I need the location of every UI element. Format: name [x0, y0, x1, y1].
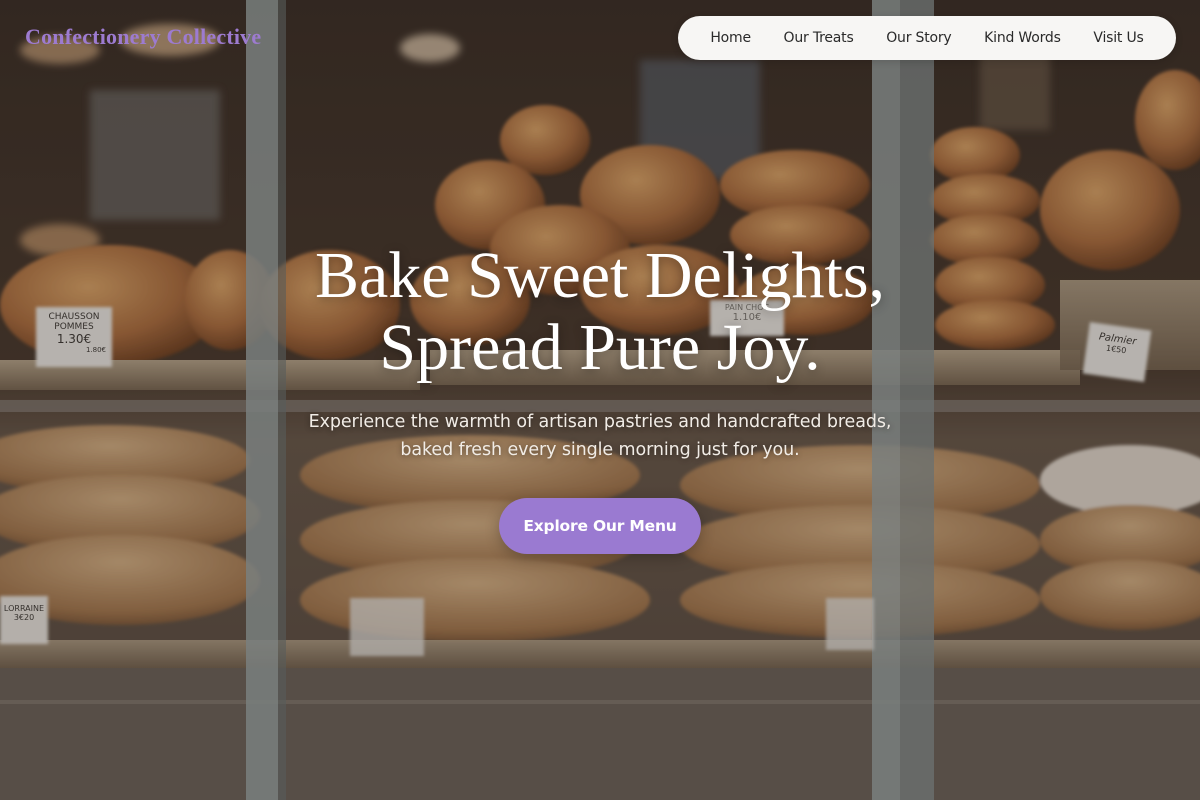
nav-link-kind-words[interactable]: Kind Words: [984, 30, 1061, 46]
hero-section: Bake Sweet Delights, Spread Pure Joy. Ex…: [0, 240, 1200, 554]
hero-subtitle: Experience the warmth of artisan pastrie…: [0, 408, 1200, 464]
nav-link-visit-us[interactable]: Visit Us: [1093, 30, 1143, 46]
explore-menu-button[interactable]: Explore Our Menu: [499, 498, 701, 554]
hero-title: Bake Sweet Delights, Spread Pure Joy.: [0, 240, 1200, 384]
nav-link-home[interactable]: Home: [710, 30, 751, 46]
hero-subtitle-line-1: Experience the warmth of artisan pastrie…: [308, 412, 892, 432]
hero-subtitle-line-2: baked fresh every single morning just fo…: [400, 440, 800, 460]
hero-title-line-2: Spread Pure Joy.: [379, 311, 821, 384]
main-nav: Home Our Treats Our Story Kind Words Vis…: [678, 16, 1176, 60]
hero-title-line-1: Bake Sweet Delights,: [314, 239, 886, 312]
nav-link-our-story[interactable]: Our Story: [886, 30, 951, 46]
nav-link-our-treats[interactable]: Our Treats: [784, 30, 854, 46]
brand-logo-link[interactable]: Confectionery Collective: [25, 24, 261, 50]
